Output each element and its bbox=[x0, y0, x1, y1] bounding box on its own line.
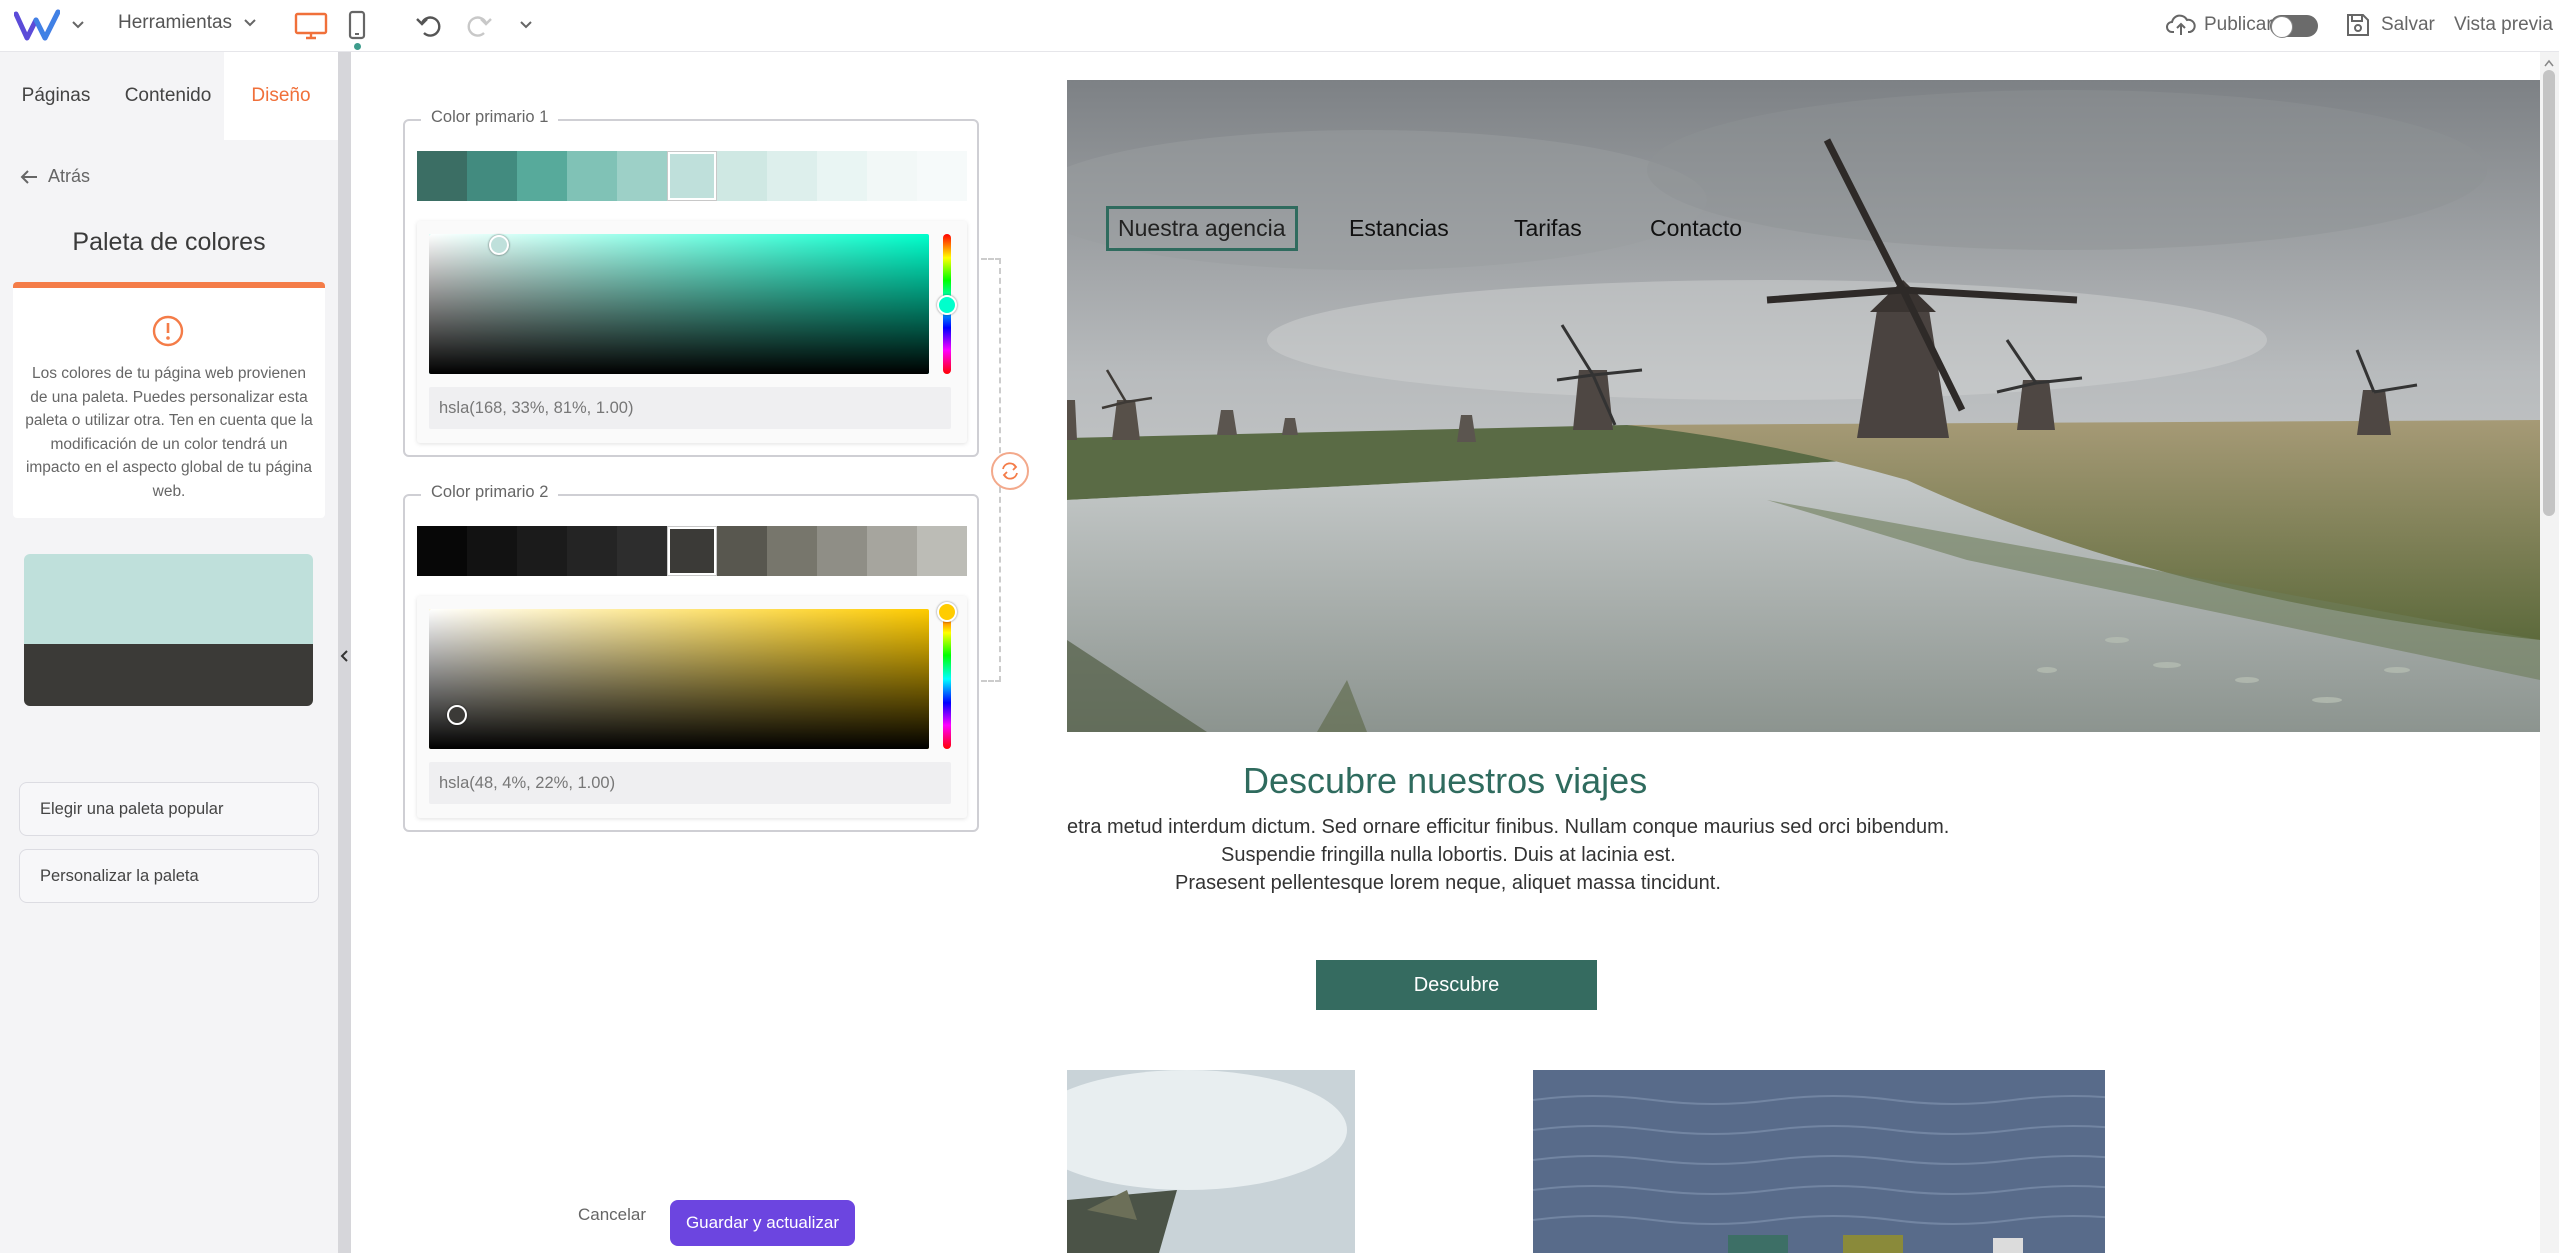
nav-item-agency[interactable]: Nuestra agencia bbox=[1106, 206, 1298, 251]
section-text-line: etra metud interdum dictum. Sed ornare e… bbox=[1067, 816, 1950, 838]
discover-button[interactable]: Descubre bbox=[1316, 960, 1597, 1010]
publish-toggle[interactable] bbox=[2270, 15, 2318, 38]
customize-palette-button[interactable]: Personalizar la paleta bbox=[19, 849, 319, 903]
palette-preview-primary2[interactable] bbox=[24, 644, 313, 706]
primary-color-2-label: Color primario 2 bbox=[421, 483, 559, 502]
color-shade-swatch[interactable] bbox=[467, 526, 517, 576]
publish-label: Publicar bbox=[2204, 14, 2273, 35]
color-picker bbox=[417, 596, 967, 818]
hue-slider[interactable] bbox=[943, 609, 951, 749]
arrow-left-icon bbox=[20, 169, 37, 184]
choose-popular-palette-button[interactable]: Elegir una paleta popular bbox=[19, 782, 319, 836]
sidebar-tabs: Páginas Contenido Diseño bbox=[0, 52, 338, 140]
chevron-left-icon[interactable] bbox=[339, 648, 350, 664]
tools-menu[interactable]: Herramientas bbox=[118, 12, 258, 34]
info-icon bbox=[152, 315, 184, 347]
cancel-button[interactable]: Cancelar bbox=[578, 1205, 646, 1225]
publish-button[interactable]: Publicar bbox=[2166, 12, 2273, 38]
preview-scrollbar-thumb[interactable] bbox=[2543, 70, 2555, 516]
gallery-image-lake[interactable] bbox=[1533, 1070, 2105, 1253]
history-chevron-down-icon[interactable] bbox=[518, 17, 534, 33]
website-preview[interactable]: Nuestra agencia Estancias Tarifas Contac… bbox=[1067, 52, 2540, 1253]
primary-color-1-label: Color primario 1 bbox=[421, 108, 559, 127]
nav-item-stays[interactable]: Estancias bbox=[1349, 215, 1449, 242]
color-shade-swatch[interactable] bbox=[767, 526, 817, 576]
color-shade-swatch[interactable] bbox=[517, 526, 567, 576]
tab-design[interactable]: Diseño bbox=[224, 52, 338, 140]
panel-title: Paleta de colores bbox=[72, 228, 266, 256]
color-shade-swatch[interactable] bbox=[667, 526, 717, 576]
hue-handle[interactable] bbox=[937, 602, 957, 622]
cloud-upload-icon bbox=[2166, 14, 2196, 35]
color-shade-swatch[interactable] bbox=[917, 151, 967, 201]
top-toolbar: Herramientas Publicar Salvar Vista previ… bbox=[0, 0, 2559, 52]
swap-icon bbox=[1002, 462, 1018, 480]
color-shade-swatch[interactable] bbox=[567, 526, 617, 576]
tab-content[interactable]: Contenido bbox=[112, 52, 224, 140]
primary-color-2-group: Color primario 2 bbox=[403, 483, 979, 832]
color-shade-swatch[interactable] bbox=[867, 151, 917, 201]
color-shade-swatch[interactable] bbox=[917, 526, 967, 576]
color-shade-swatch[interactable] bbox=[467, 151, 517, 201]
section-title: Descubre nuestros viajes bbox=[1243, 760, 1648, 801]
color-shade-swatch[interactable] bbox=[717, 151, 767, 201]
color-shade-swatch[interactable] bbox=[867, 526, 917, 576]
nav-item-contact[interactable]: Contacto bbox=[1650, 215, 1742, 242]
mobile-view-icon[interactable] bbox=[348, 10, 366, 40]
save-label: Salvar bbox=[2381, 14, 2435, 35]
color-shade-swatch[interactable] bbox=[817, 526, 867, 576]
back-link[interactable]: Atrás bbox=[20, 166, 90, 187]
primary-color-2-shades bbox=[417, 526, 967, 576]
tab-pages[interactable]: Páginas bbox=[0, 52, 112, 140]
color-shade-swatch[interactable] bbox=[567, 151, 617, 201]
undo-icon[interactable] bbox=[414, 11, 444, 41]
color-shade-swatch[interactable] bbox=[667, 151, 717, 201]
floppy-disk-icon bbox=[2347, 14, 2369, 36]
gallery-image-mist[interactable] bbox=[1067, 1070, 1355, 1253]
palette-preview-primary1[interactable] bbox=[24, 554, 313, 644]
back-label: Atrás bbox=[48, 166, 91, 186]
color-shade-swatch[interactable] bbox=[517, 151, 567, 201]
primary-color-1-group: Color primario 1 bbox=[403, 108, 979, 457]
redo-icon[interactable] bbox=[464, 11, 494, 41]
section-text-line: Suspendie fringilla nulla lobortis. Duis… bbox=[1221, 844, 1676, 866]
color-shade-swatch[interactable] bbox=[417, 151, 467, 201]
save-button[interactable]: Salvar bbox=[2345, 12, 2435, 38]
color-shade-swatch[interactable] bbox=[817, 151, 867, 201]
color-value-input[interactable] bbox=[429, 387, 951, 429]
saturation-value-handle[interactable] bbox=[489, 235, 509, 255]
color-shade-swatch[interactable] bbox=[767, 151, 817, 201]
preview-button[interactable]: Vista previa bbox=[2454, 14, 2553, 36]
scroll-up-icon[interactable] bbox=[2543, 58, 2555, 68]
tools-menu-label: Herramientas bbox=[118, 12, 233, 33]
color-shade-swatch[interactable] bbox=[617, 151, 667, 201]
save-and-update-button[interactable]: Guardar y actualizar bbox=[670, 1200, 855, 1246]
color-value-input[interactable] bbox=[429, 762, 951, 804]
saturation-value-handle[interactable] bbox=[447, 705, 467, 725]
active-device-indicator bbox=[354, 43, 361, 50]
color-picker bbox=[417, 221, 967, 443]
primary-color-1-shades bbox=[417, 151, 967, 201]
saturation-value-area[interactable] bbox=[429, 609, 929, 749]
color-shade-swatch[interactable] bbox=[717, 526, 767, 576]
saturation-value-area[interactable] bbox=[429, 234, 929, 374]
color-editor-panel: Color primario 1 Color primario 2 bbox=[351, 52, 1067, 1253]
hue-handle[interactable] bbox=[937, 295, 957, 315]
color-shade-swatch[interactable] bbox=[417, 526, 467, 576]
color-shade-swatch[interactable] bbox=[617, 526, 667, 576]
hero-image-windmills[interactable] bbox=[1067, 80, 2540, 732]
nav-item-rates[interactable]: Tarifas bbox=[1514, 215, 1582, 242]
desktop-view-icon[interactable] bbox=[294, 12, 328, 40]
info-card: Los colores de tu página web provienen d… bbox=[13, 282, 325, 518]
info-text: Los colores de tu página web provienen d… bbox=[25, 365, 313, 500]
chevron-down-icon[interactable] bbox=[70, 17, 86, 33]
chevron-down-icon bbox=[244, 19, 256, 27]
app-logo-icon[interactable] bbox=[14, 8, 60, 44]
swap-colors-button[interactable] bbox=[991, 452, 1029, 490]
section-text-line: Prasesent pellentesque lorem neque, aliq… bbox=[1175, 872, 1721, 894]
left-sidebar: Páginas Contenido Diseño Atrás Paleta de… bbox=[0, 52, 338, 1253]
